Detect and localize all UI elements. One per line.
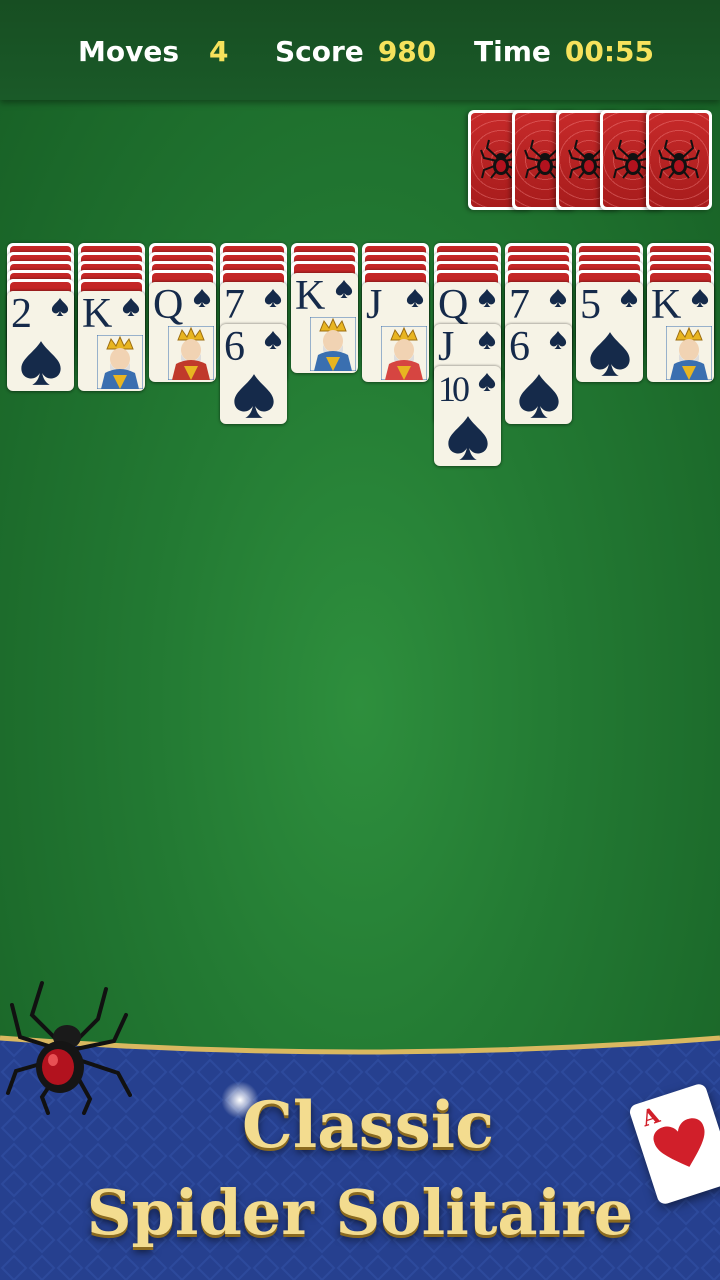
playing-card[interactable]: 2 [7, 291, 74, 391]
score-value: 980 [377, 35, 437, 68]
playing-card[interactable]: 6 [220, 324, 287, 424]
time-value: 00:55 [564, 35, 655, 68]
playing-card[interactable]: K [647, 282, 714, 382]
card-rank: K [82, 291, 112, 337]
spade-icon [588, 330, 632, 382]
spade-icon [691, 288, 709, 313]
card-rank: 7 [224, 282, 245, 328]
card-rank: Q [153, 282, 183, 328]
spade-icon [549, 288, 567, 313]
spade-icon [232, 372, 276, 424]
playing-card[interactable]: K [78, 291, 145, 391]
time-label: Time [474, 35, 551, 68]
spider-icon [6, 981, 132, 1115]
spade-icon [335, 279, 353, 304]
playing-card[interactable]: 10 [434, 366, 501, 466]
spade-icon [193, 288, 211, 313]
spade-icon [122, 297, 140, 322]
card-rank: K [295, 273, 325, 319]
card-rank: 7 [509, 282, 530, 328]
spade-icon [51, 297, 69, 322]
score-stat: Score 980 [275, 32, 436, 72]
playing-card[interactable]: 5 [576, 282, 643, 382]
card-rank: K [651, 282, 681, 328]
spade-icon [446, 414, 490, 466]
card-rank: J [438, 324, 454, 370]
playing-card[interactable]: 6 [505, 324, 572, 424]
card-rank: 6 [224, 324, 245, 370]
card-rank: 10 [438, 369, 470, 409]
moves-value: 4 [209, 35, 229, 68]
banner-title-line2: Spider Solitaire [86, 1176, 634, 1249]
spider-icon [658, 139, 700, 179]
spade-icon [264, 288, 282, 313]
time-stat: Time 00:55 [474, 32, 654, 72]
spade-icon [264, 330, 282, 355]
spade-icon [478, 330, 496, 355]
playing-card[interactable]: Q [149, 282, 216, 382]
spade-icon [478, 372, 496, 397]
spade-icon [620, 288, 638, 313]
spade-icon [478, 288, 496, 313]
score-label: Score [275, 35, 364, 68]
card-rank: 2 [11, 291, 32, 337]
stock-card[interactable] [646, 110, 712, 210]
card-rank: J [366, 282, 382, 328]
spade-icon [549, 330, 567, 355]
playing-card[interactable]: J [362, 282, 429, 382]
card-rank: 6 [509, 324, 530, 370]
moves-label: Moves [78, 35, 180, 68]
card-rank: Q [438, 282, 468, 328]
card-rank: 5 [580, 282, 601, 328]
moves-stat: Moves 4 [78, 32, 229, 72]
stats-bar: Moves 4 Score 980 Time 00:55 [0, 0, 720, 100]
playing-card[interactable]: K [291, 273, 358, 373]
spade-icon [517, 372, 561, 424]
spade-icon [406, 288, 424, 313]
spade-icon [19, 339, 63, 391]
